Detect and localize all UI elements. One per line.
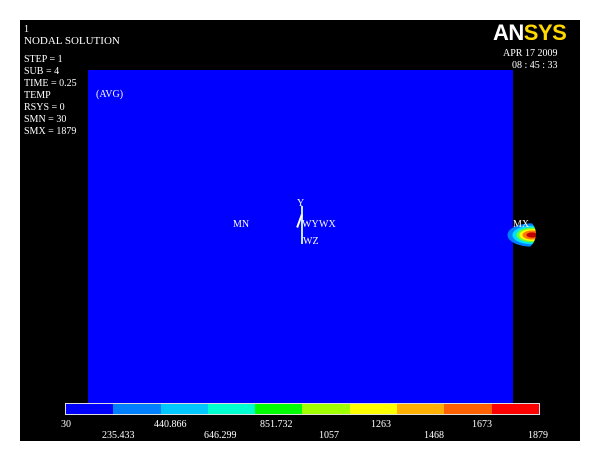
axis-wy-label: WY <box>302 219 319 230</box>
axis-y-label: Y <box>297 198 305 209</box>
legend-tick-lower-3: 1057 <box>319 430 339 441</box>
legend-swatch-7 <box>349 404 398 414</box>
info-temp: TEMP <box>24 90 51 101</box>
legend-swatch-4 <box>207 404 256 414</box>
logo-part-an: AN <box>493 20 524 45</box>
legend-tick-upper-5: 1673 <box>472 419 492 430</box>
info-step: STEP = 1 <box>24 54 63 65</box>
legend-tick-lower-5: 1879 <box>528 430 548 441</box>
ansys-graphics-window: 1 NODAL SOLUTION STEP = 1 SUB = 4 TIME =… <box>20 20 580 441</box>
legend-swatch-10 <box>491 404 539 414</box>
legend-swatch-3 <box>160 404 208 414</box>
legend-tick-upper-2: 440.866 <box>154 419 187 430</box>
plot-date: APR 17 2009 <box>503 48 558 59</box>
plot-time: 08 : 45 : 33 <box>512 60 558 71</box>
legend-tick-lower-1: 235.433 <box>102 430 135 441</box>
info-smx: SMX = 1879 <box>24 126 77 137</box>
avg-label: (AVG) <box>96 89 124 100</box>
min-marker-label: MN <box>233 219 250 230</box>
ansys-logo: ANSYS <box>493 20 567 46</box>
legend-tick-upper-4: 1263 <box>371 419 391 430</box>
plot-title: NODAL SOLUTION <box>24 35 120 47</box>
legend-tick-upper-3: 851.732 <box>260 419 293 430</box>
logo-part-sys: SYS <box>523 20 567 45</box>
legend-tick-upper-1: 30 <box>61 419 71 430</box>
legend-swatch-5 <box>255 404 303 414</box>
legend-swatch-6 <box>302 404 350 414</box>
info-rsys: RSYS = 0 <box>24 102 65 113</box>
axis-wx-label: WX <box>319 219 336 230</box>
legend-swatch-2 <box>113 404 161 414</box>
legend-tick-lower-2: 646.299 <box>204 430 237 441</box>
color-legend-bar <box>65 403 540 415</box>
info-time: TIME = 0.25 <box>24 78 77 89</box>
axis-wz-label: WZ <box>303 236 319 247</box>
info-sub: SUB = 4 <box>24 66 60 77</box>
legend-swatch-9 <box>444 404 492 414</box>
legend-swatch-1 <box>66 404 114 414</box>
legend-swatch-8 <box>397 404 445 414</box>
info-smn: SMN = 30 <box>24 114 67 125</box>
legend-tick-lower-4: 1468 <box>424 430 444 441</box>
max-marker-label: MX <box>513 219 530 230</box>
